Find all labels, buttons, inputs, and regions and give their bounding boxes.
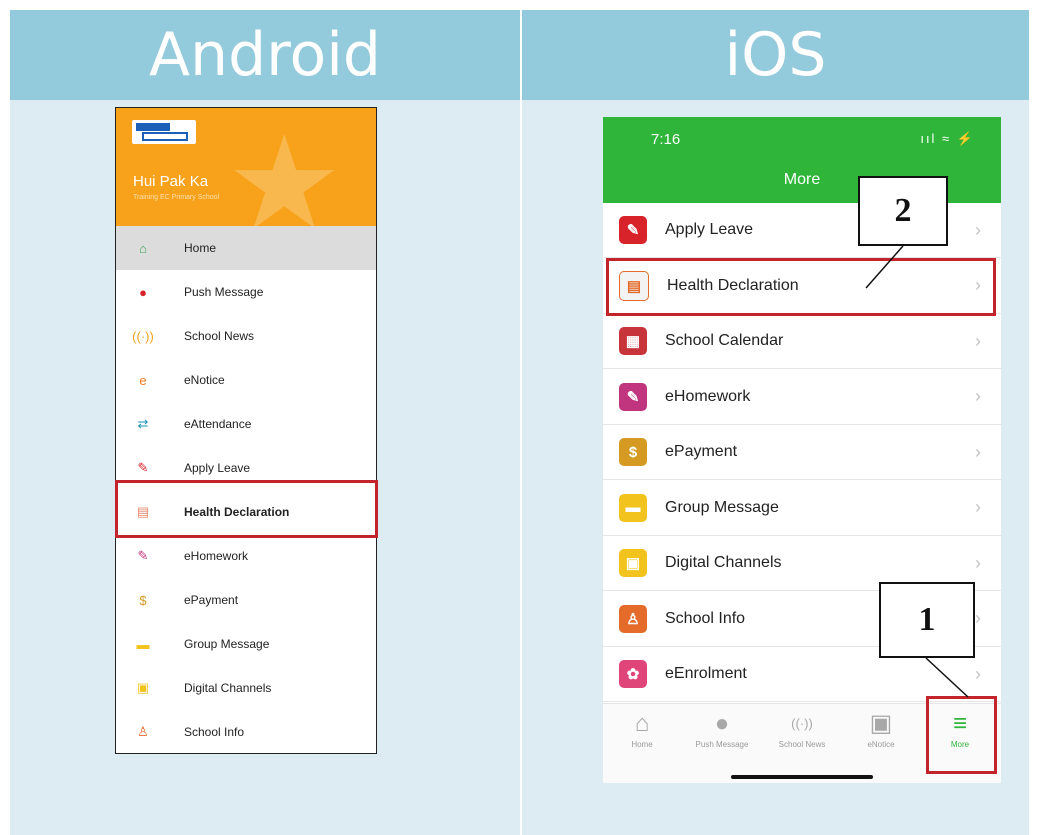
step-1-callout: 1 [879, 582, 975, 658]
callout-lines [865, 245, 969, 698]
step-2-callout: 2 [858, 176, 948, 246]
